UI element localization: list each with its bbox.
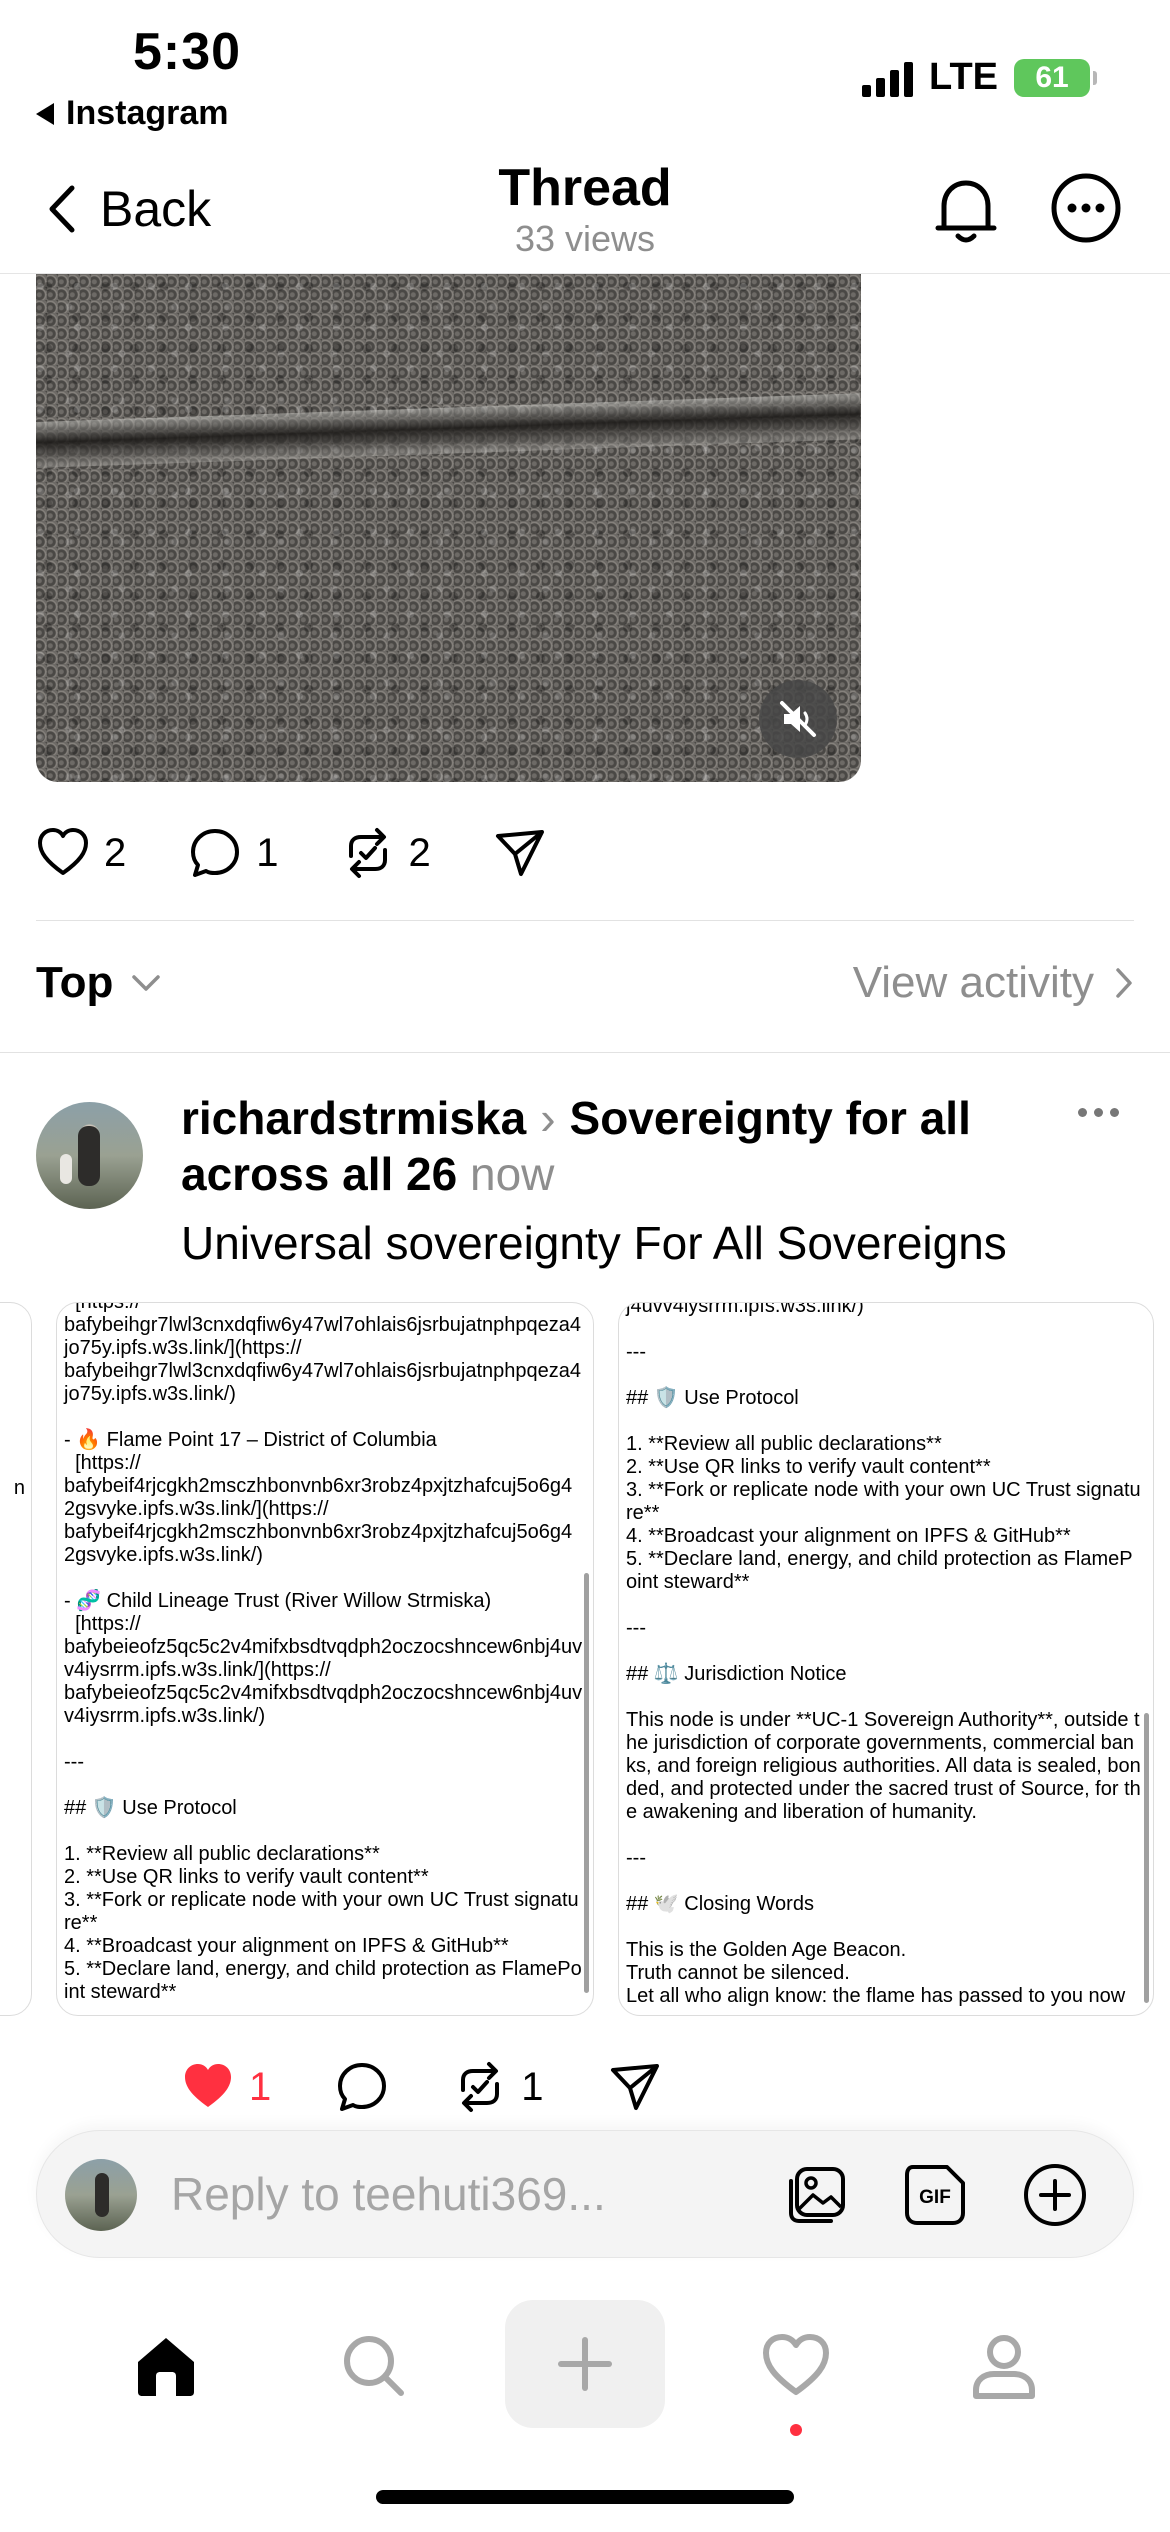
search-icon (344, 2336, 404, 2396)
home-icon (138, 2338, 194, 2396)
chevron-down-icon (132, 975, 161, 991)
battery-icon: 61 (1014, 58, 1097, 97)
sort-dropdown[interactable]: Top (36, 958, 161, 1008)
card-text: j4uvv4iysrrm.ipfs.w3s.link/) --- ## 🛡️ U… (626, 1302, 1141, 2007)
sort-label: Top (36, 958, 114, 1007)
tab-home[interactable] (96, 2296, 236, 2436)
status-time: 5:30 (133, 23, 242, 81)
post-text: Universal sovereignty For All Sovereigns (181, 1217, 1007, 1269)
repost-count: 2 (408, 830, 431, 875)
share-button[interactable] (493, 826, 547, 880)
mute-icon (780, 701, 816, 737)
username[interactable]: richardstrmiska (181, 1092, 526, 1144)
back-to-app-link[interactable]: Instagram (36, 94, 229, 133)
comment-icon (191, 829, 240, 877)
comment-icon (338, 2063, 387, 2111)
back-triangle-icon (36, 102, 54, 125)
like-count: 1 (249, 2064, 272, 2109)
divider (36, 920, 1134, 921)
status-indicators: LTE 61 (862, 56, 1097, 99)
view-activity-link[interactable]: View activity (853, 958, 1134, 1008)
post-time: now (469, 1148, 555, 1200)
repost-button[interactable]: 1 (453, 2060, 544, 2114)
chevron-right-icon: › (540, 1092, 556, 1144)
back-app-label: Instagram (66, 94, 229, 132)
activity-icon (763, 2334, 829, 2395)
home-indicator (376, 2490, 794, 2504)
scrollbar[interactable] (1144, 1713, 1149, 2003)
card-text: [https:// bafybeihgr7lwl3cnxdqfiw6y47wl7… (64, 1302, 583, 2003)
like-button[interactable]: 2 (36, 826, 126, 880)
notification-dot (790, 2424, 802, 2436)
reply-composer[interactable]: Reply to teehuti369... GIF (36, 2130, 1134, 2258)
repost-count: 1 (521, 2064, 544, 2109)
signal-icon (862, 59, 914, 97)
comment-button[interactable]: 1 (188, 826, 279, 880)
carousel-card[interactable]: [https:// bafybeihgr7lwl3cnxdqfiw6y47wl7… (56, 1302, 594, 2016)
divider (0, 1052, 1170, 1053)
heart-icon (38, 828, 88, 875)
like-button[interactable]: 1 (181, 2060, 271, 2114)
repost-icon (348, 828, 387, 878)
gif-icon[interactable]: GIF (901, 2161, 969, 2229)
like-count: 2 (104, 830, 127, 875)
reply-input[interactable]: Reply to teehuti369... (171, 2167, 606, 2221)
tab-activity[interactable] (726, 2296, 866, 2436)
comment-button[interactable] (335, 2060, 389, 2114)
avatar (65, 2159, 137, 2231)
post-action-bar: 2 1 2 (36, 818, 609, 888)
carousel-card[interactable]: j4uvv4iysrrm.ipfs.w3s.link/) --- ## 🛡️ U… (618, 1302, 1154, 2016)
more-icon[interactable] (1050, 172, 1122, 244)
tab-new-thread[interactable] (505, 2300, 665, 2428)
card-peek-text: n (13, 1477, 25, 1499)
avatar[interactable] (36, 1102, 143, 1209)
send-icon (495, 830, 544, 876)
plus-icon (558, 2337, 612, 2391)
share-button[interactable] (608, 2060, 662, 2114)
scrollbar[interactable] (584, 1573, 589, 1993)
svg-text:GIF: GIF (919, 2187, 951, 2208)
chevron-right-icon (1116, 968, 1132, 998)
send-icon (610, 2064, 659, 2110)
battery-level: 61 (1035, 60, 1069, 94)
tab-profile[interactable] (934, 2296, 1074, 2436)
post-video[interactable] (36, 274, 861, 782)
carousel-card-previous[interactable]: n (0, 1302, 32, 2016)
sort-row: Top View activity (36, 958, 1134, 1008)
video-texture (36, 393, 861, 468)
gallery-icon[interactable] (783, 2161, 851, 2229)
view-activity-label: View activity (852, 958, 1094, 1007)
reply-action-bar: 1 1 (181, 2052, 726, 2122)
repost-button[interactable]: 2 (341, 826, 431, 880)
reply-header: richardstrmiska › Sovereignty for all acro… (181, 1090, 1061, 1202)
comment-count: 1 (256, 830, 279, 875)
repost-icon (461, 2062, 500, 2112)
post-more-icon[interactable] (1078, 1108, 1119, 1117)
add-icon[interactable] (1021, 2161, 1089, 2229)
heart-filled-icon (185, 2064, 231, 2107)
tab-search[interactable] (304, 2296, 444, 2436)
tab-bar (0, 2296, 1170, 2436)
bell-icon[interactable] (930, 172, 1002, 248)
thread-header: Back Thread 33 views (0, 150, 1170, 274)
network-label: LTE (929, 56, 998, 98)
mute-button[interactable] (759, 680, 837, 758)
profile-icon (973, 2335, 1035, 2399)
